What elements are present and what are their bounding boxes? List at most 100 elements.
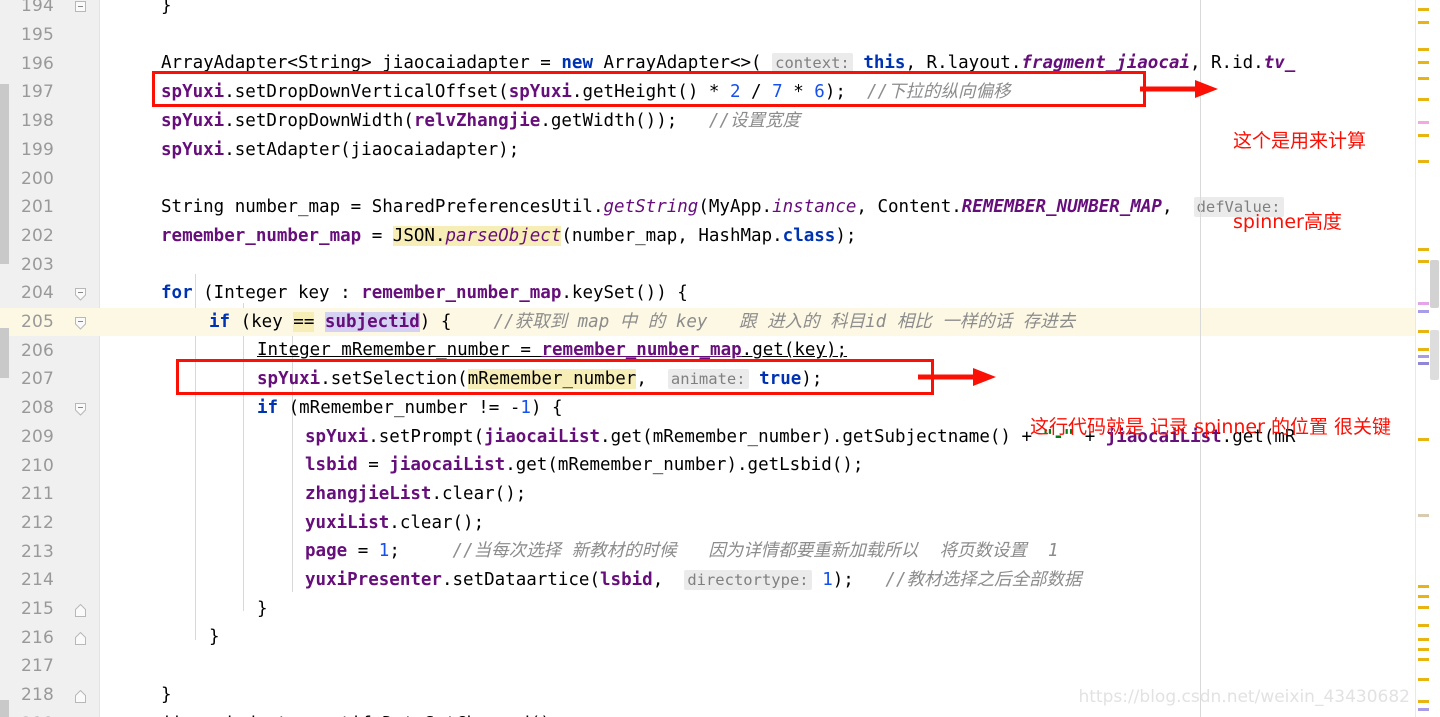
gutter-line[interactable]: 211 — [0, 480, 100, 509]
gutter-line[interactable]: 197 — [0, 78, 100, 107]
code-editor-view: 194 195 196 197 198 199 200 201 202 203 … — [0, 0, 1440, 717]
code-line[interactable]: String number_map = SharedPreferencesUti… — [100, 193, 1415, 222]
gutter-line[interactable]: 216 — [0, 623, 100, 652]
annotation-arrow-1 — [1140, 80, 1218, 98]
code-line[interactable]: jiaocaiadapter.notifyDataSetChanged(); — [100, 710, 1415, 717]
gutter-line[interactable]: 213 — [0, 537, 100, 566]
code-line[interactable]: spYuxi.setAdapter(jiaocaiadapter); — [100, 136, 1415, 165]
gutter-line[interactable]: 208 — [0, 394, 100, 423]
fold-collapse-down-icon[interactable] — [75, 287, 86, 301]
code-line-text: ArrayAdapter<String> jiaocaiadapter = ne… — [161, 53, 1296, 74]
gutter-line[interactable]: 212 — [0, 509, 100, 538]
line-number: 216 — [20, 627, 54, 648]
gutter-line[interactable]: 199 — [0, 136, 100, 165]
code-line[interactable]: } — [100, 0, 1415, 21]
code-line-text: spYuxi.setDropDownWidth(relvZhangjie.get… — [161, 110, 800, 131]
gutter-line[interactable]: 201 — [0, 193, 100, 222]
gutter-line[interactable]: 209 — [0, 423, 100, 452]
code-line-text: spYuxi.setAdapter(jiaocaiadapter); — [161, 139, 520, 160]
code-line-text: jiaocaiadapter.notifyDataSetChanged(); — [161, 710, 561, 717]
line-number: 204 — [20, 283, 54, 304]
line-number: 208 — [20, 398, 54, 419]
gutter-line[interactable]: 196 — [0, 49, 100, 78]
line-number: 206 — [20, 340, 54, 361]
code-text-area[interactable]: } ArrayAdapter<String> jiaocaiadapter = … — [100, 0, 1415, 717]
gutter-line[interactable]: 195 — [0, 21, 100, 50]
gutter-line[interactable]: 206 — [0, 336, 100, 365]
code-line-text: remember_number_map = JSON.parseObject(n… — [161, 225, 857, 246]
csdn-watermark: https://blog.csdn.net/weixin_43430682 — [1078, 687, 1410, 707]
code-line[interactable]: } — [100, 623, 1415, 652]
code-line-text: if (mRemember_number != -1) { — [257, 397, 563, 418]
code-line[interactable] — [100, 652, 1415, 681]
line-number: 205 — [20, 312, 54, 333]
editor-gutter[interactable]: 194 195 196 197 198 199 200 201 202 203 … — [0, 0, 100, 717]
code-line[interactable]: spYuxi.setDropDownWidth(relvZhangjie.get… — [100, 107, 1415, 136]
code-line[interactable]: yuxiList.clear(); — [100, 509, 1415, 538]
annotation-text-2-line1: 这行代码就是 记录 spinner 的位置 很关键 — [1030, 416, 1391, 438]
code-line-text: lsbid = jiaocaiList.get(mRemember_number… — [305, 455, 864, 476]
editor-scrollbar-thumb-secondary[interactable] — [1430, 330, 1439, 380]
gutter-line[interactable]: 219 — [0, 710, 100, 717]
line-number: 218 — [20, 685, 54, 706]
gutter-line[interactable]: 207 — [0, 365, 100, 394]
gutter-line[interactable]: 203 — [0, 250, 100, 279]
code-line-text: spYuxi.setSelection(mRemember_number, an… — [257, 369, 823, 390]
code-line-current[interactable]: if (key == subjectid) { //获取到 map 中 的 ke… — [100, 307, 1415, 337]
gutter-line[interactable]: 210 — [0, 451, 100, 480]
code-line-text: for (Integer key : remember_number_map.k… — [161, 283, 688, 303]
code-line[interactable]: for (Integer key : remember_number_map.k… — [100, 279, 1415, 308]
line-number: 197 — [20, 82, 54, 103]
line-number: 200 — [20, 168, 54, 189]
outer-scrollbar-thumb-top[interactable] — [0, 84, 9, 264]
gutter-line[interactable]: 218 — [0, 681, 100, 710]
line-number: 198 — [20, 111, 54, 132]
outer-scrollbar-thumb-bottom[interactable] — [0, 328, 9, 378]
gutter-line[interactable]: 202 — [0, 222, 100, 251]
fold-collapse-up-icon[interactable] — [75, 689, 86, 703]
gutter-line[interactable]: 200 — [0, 164, 100, 193]
gutter-line[interactable]: 198 — [0, 107, 100, 136]
code-line-text: zhangjieList.clear(); — [305, 483, 527, 504]
code-line[interactable]: yuxiPresenter.setDataartice(lsbid, direc… — [100, 566, 1415, 595]
fold-collapse-up-icon[interactable] — [75, 632, 86, 646]
code-line-text: } — [209, 627, 220, 648]
line-number: 203 — [20, 254, 54, 275]
gutter-line[interactable]: 217 — [0, 652, 100, 681]
code-line-text: Integer mRemember_number = remember_numb… — [257, 340, 848, 361]
gutter-line[interactable]: 204 — [0, 279, 100, 308]
line-number: 202 — [20, 225, 54, 246]
code-line[interactable]: page = 1; //当每次选择 新教材的时候 因为详情都要重新加载所以 将页… — [100, 537, 1415, 566]
line-number: 212 — [20, 512, 54, 533]
code-line-text: } — [257, 598, 268, 619]
fold-collapse-up-icon[interactable] — [75, 603, 86, 617]
fold-minus-icon[interactable] — [75, 0, 86, 12]
code-line[interactable]: ArrayAdapter<String> jiaocaiadapter = ne… — [100, 49, 1415, 78]
code-line[interactable]: } — [100, 595, 1415, 624]
line-number: 217 — [20, 656, 54, 677]
code-line[interactable] — [100, 21, 1415, 50]
code-line[interactable]: remember_number_map = JSON.parseObject(n… — [100, 222, 1415, 251]
fold-collapse-down-icon[interactable] — [75, 316, 86, 330]
line-number: 213 — [20, 541, 54, 562]
editor-scrollbar-thumb[interactable] — [1430, 260, 1439, 308]
gutter-line-current[interactable]: 205 — [0, 307, 100, 337]
line-number: 210 — [20, 455, 54, 476]
code-line[interactable] — [100, 164, 1415, 193]
outer-scrollbar-thumb-lower[interactable] — [0, 700, 9, 717]
line-number: 207 — [20, 369, 54, 390]
annotation-text-1: 这个是用来计算 spinner高度 — [1233, 74, 1366, 290]
code-line-text: yuxiPresenter.setDataartice(lsbid, direc… — [305, 570, 1082, 590]
fold-collapse-down-icon[interactable] — [75, 402, 86, 416]
gutter-line[interactable]: 215 — [0, 595, 100, 624]
code-line[interactable] — [100, 250, 1415, 279]
gutter-line[interactable]: 194 — [0, 0, 100, 21]
code-line-text: } — [161, 0, 172, 16]
annotation-arrow-2 — [918, 368, 996, 386]
gutter-line[interactable]: 214 — [0, 566, 100, 595]
line-number: 209 — [20, 426, 54, 447]
code-line-text: spYuxi.setDropDownVerticalOffset(spYuxi.… — [161, 82, 1011, 103]
code-line-text: } — [161, 684, 172, 705]
line-number: 211 — [20, 484, 54, 505]
line-number: 215 — [20, 599, 54, 620]
